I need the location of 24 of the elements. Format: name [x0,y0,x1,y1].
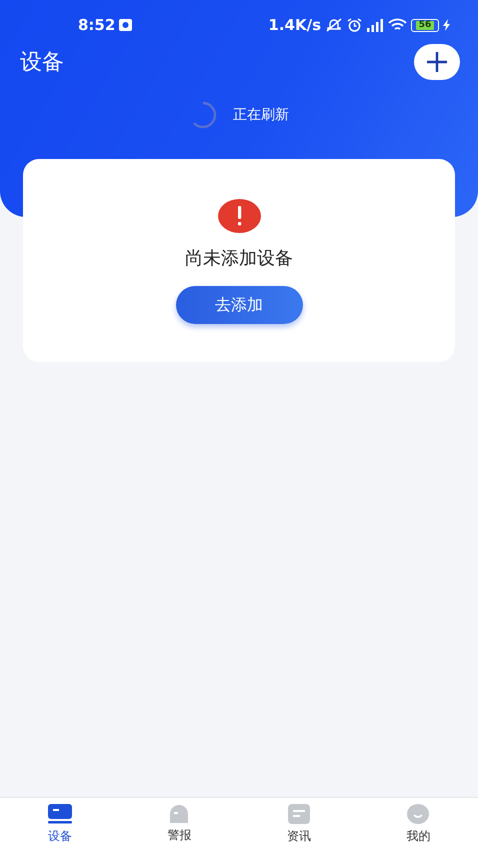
empty-message: 尚未添加设备 [185,247,293,271]
alarm-icon [347,18,362,32]
tab-bar-item[interactable]: 资讯 [239,798,358,850]
add-device-button[interactable]: 去添加 [176,286,302,324]
smiley-icon [407,804,430,824]
monitor-icon [48,804,72,824]
alarm-light-icon [168,804,190,822]
signal-icon [366,18,384,32]
warning-icon [218,199,260,233]
battery-level: 56 [416,20,434,30]
tab-bar-item[interactable]: 我的 [358,798,478,850]
charging-icon [443,19,450,31]
status-time: 8:52 [78,14,116,36]
wifi-icon [388,18,407,32]
tab-bar-item[interactable]: 设备 [0,798,120,850]
page-title: 设备 [19,48,64,76]
app-notification-icon [119,19,132,31]
tab-bar-item[interactable]: 警报 [120,798,239,850]
network-speed: 1.4K/s [268,14,321,36]
message-icon [288,804,310,824]
plus-icon [426,51,448,73]
add-button[interactable] [414,44,460,80]
refresh-status: 正在刷新 [233,106,289,124]
mute-icon [325,18,343,32]
